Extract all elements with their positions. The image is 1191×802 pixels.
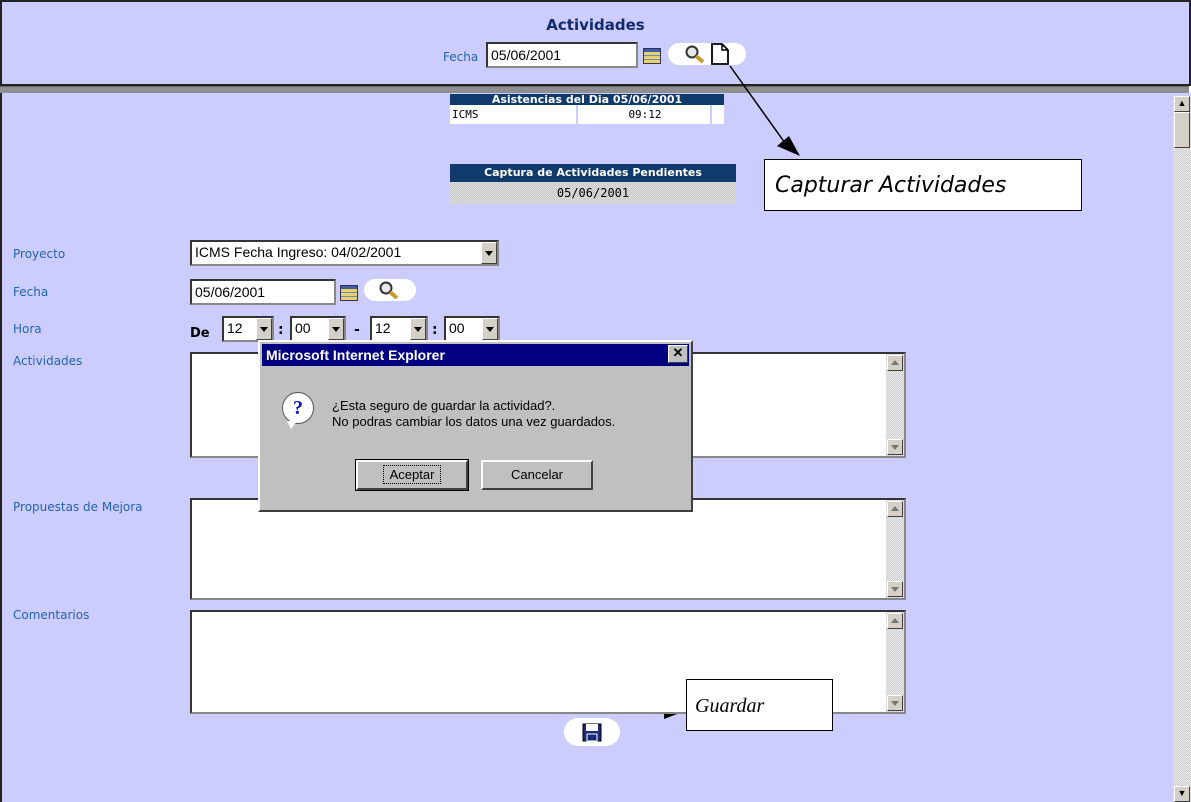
search-icon[interactable]	[378, 280, 400, 300]
callout-guardar: Guardar	[686, 679, 833, 731]
dialog-title-bar[interactable]: Microsoft Internet Explorer	[262, 344, 689, 366]
textarea-scrollbar[interactable]	[886, 612, 904, 712]
de-label: De	[190, 326, 210, 341]
accept-button[interactable]: Aceptar	[355, 459, 469, 491]
range-separator: -	[354, 322, 360, 338]
hour-to-select[interactable]: 12	[370, 316, 428, 342]
scroll-up-button[interactable]	[887, 355, 903, 371]
comentarios-label: Comentarios	[13, 608, 90, 622]
scroll-down-button[interactable]	[887, 439, 903, 455]
dialog-message-line2: No podras cambiar los datos una vez guar…	[332, 414, 616, 429]
cancel-button[interactable]: Cancelar	[481, 460, 593, 490]
scroll-down-button[interactable]	[887, 695, 903, 711]
min-from-value: 00	[295, 320, 311, 336]
scroll-up-button[interactable]	[887, 613, 903, 629]
chevron-down-icon[interactable]	[256, 318, 272, 340]
close-icon[interactable]: ✕	[668, 345, 688, 363]
scroll-down-button[interactable]	[887, 581, 903, 597]
proyecto-select[interactable]: ICMS Fecha Ingreso: 04/02/2001	[190, 240, 499, 266]
dialog-title: Microsoft Internet Explorer	[266, 347, 445, 363]
dialog-message-line1: ¿Esta seguro de guardar la actividad?.	[332, 398, 556, 413]
chevron-down-icon[interactable]	[410, 318, 426, 340]
dialog-message: ¿Esta seguro de guardar la actividad?. N…	[332, 398, 615, 430]
hour-to-value: 12	[375, 320, 391, 336]
calendar-icon[interactable]	[340, 285, 358, 301]
hour-from-value: 12	[227, 320, 243, 336]
confirm-dialog: Microsoft Internet Explorer ✕ ? ¿Esta se…	[258, 340, 693, 512]
hour-from-select[interactable]: 12	[222, 316, 274, 342]
chevron-down-icon[interactable]	[328, 318, 344, 340]
min-to-value: 00	[449, 320, 465, 336]
textarea-scrollbar[interactable]	[886, 500, 904, 598]
propuestas-label: Propuestas de Mejora	[13, 500, 143, 514]
fecha-label: Fecha	[13, 285, 49, 299]
chevron-down-icon[interactable]	[482, 318, 498, 340]
propuestas-textarea[interactable]	[190, 498, 906, 600]
search-pill	[364, 279, 416, 301]
fecha-input[interactable]: 05/06/2001	[190, 279, 336, 305]
cancel-label: Cancelar	[510, 467, 564, 482]
accept-label: Aceptar	[382, 465, 442, 484]
chevron-down-icon[interactable]	[481, 242, 497, 264]
proyecto-value: ICMS Fecha Ingreso: 04/02/2001	[195, 244, 402, 260]
question-icon: ?	[282, 392, 314, 429]
hora-label: Hora	[13, 322, 42, 336]
time-separator: :	[278, 322, 284, 338]
min-from-select[interactable]: 00	[290, 316, 346, 342]
callout-capturar: Capturar Actividades	[764, 159, 1082, 211]
textarea-scrollbar[interactable]	[886, 354, 904, 456]
proyecto-label: Proyecto	[13, 247, 66, 261]
time-separator: :	[432, 322, 438, 338]
actividades-label: Actividades	[13, 354, 83, 368]
scroll-up-button[interactable]	[887, 501, 903, 517]
save-button[interactable]	[564, 718, 620, 746]
floppy-disk-icon	[582, 723, 602, 742]
min-to-select[interactable]: 00	[444, 316, 500, 342]
